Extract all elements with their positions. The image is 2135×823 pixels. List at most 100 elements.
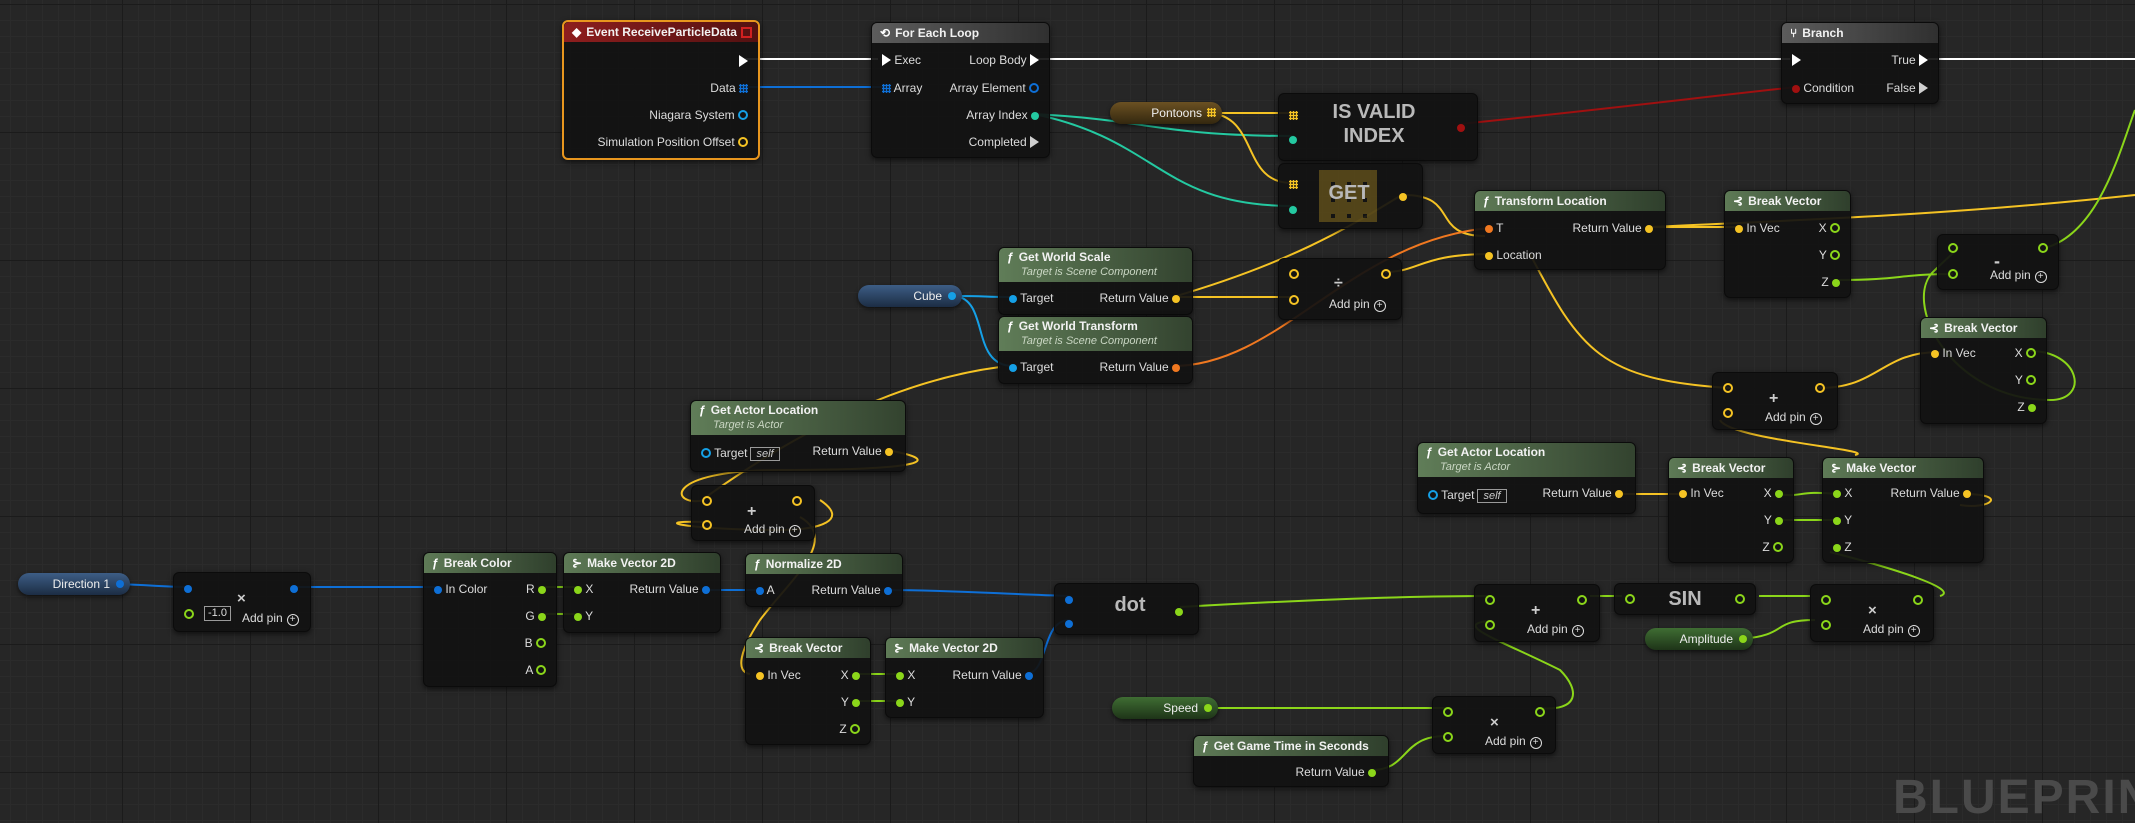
direction-variable[interactable]: Direction 1: [18, 573, 130, 595]
x-out-pin[interactable]: X: [2015, 346, 2036, 360]
in-vec-pin[interactable]: In Vec: [756, 668, 801, 682]
a-in-pin[interactable]: [184, 581, 192, 595]
get-actor-location-node[interactable]: ƒ Get Actor Location Target is Actor Targe…: [1417, 442, 1636, 514]
make-vector-2d-node[interactable]: ⊱ Make Vector 2D X Y Return Value: [563, 552, 721, 633]
a-in-pin[interactable]: [1948, 241, 1958, 255]
a-out-pin[interactable]: A: [525, 663, 546, 677]
return-value-pin[interactable]: Return Value: [1573, 221, 1653, 235]
subtract-node[interactable]: - Add pin +: [1937, 234, 2059, 290]
b-in-pin[interactable]: [1485, 618, 1495, 632]
y-out-pin[interactable]: Y: [1764, 513, 1783, 527]
result-out-pin[interactable]: [1535, 705, 1545, 719]
a-in-pin[interactable]: [1485, 593, 1495, 607]
in-color-pin[interactable]: In Color: [434, 582, 487, 596]
value-out-pin[interactable]: [1399, 189, 1407, 203]
b-in-pin[interactable]: [1065, 616, 1073, 630]
g-out-pin[interactable]: G: [525, 609, 546, 623]
bool-out-pin[interactable]: [1457, 120, 1465, 134]
return-value-pin[interactable]: Return Value: [813, 444, 893, 458]
index-in-pin[interactable]: [1289, 202, 1297, 216]
return-value-pin[interactable]: Return Value: [1543, 486, 1623, 500]
transform-t-pin[interactable]: T: [1485, 221, 1503, 235]
get-actor-location-node[interactable]: ƒ Get Actor Location Target is Actor Targe…: [690, 400, 906, 472]
z-out-pin[interactable]: Z: [839, 722, 860, 736]
exec-in-pin[interactable]: Exec: [882, 53, 921, 67]
float-value-input[interactable]: -1.0: [204, 606, 231, 621]
condition-pin[interactable]: Condition: [1792, 81, 1854, 95]
niagara-system-pin[interactable]: Niagara System: [649, 108, 748, 122]
dot-product-node[interactable]: dot: [1054, 583, 1199, 635]
array-get-node[interactable]: GET: [1278, 163, 1423, 229]
result-out-pin[interactable]: [1735, 592, 1745, 606]
normalize-2d-node[interactable]: ƒ Normalize 2D A Return Value: [745, 553, 903, 607]
result-out-pin[interactable]: [2038, 241, 2048, 255]
blueprint-graph-canvas[interactable]: ◆ Event ReceiveParticleData Data Niagara …: [0, 0, 2135, 823]
y-in-pin[interactable]: Y: [896, 695, 915, 709]
in-vec-pin[interactable]: In Vec: [1679, 486, 1724, 500]
add-node[interactable]: + Add pin +: [1712, 372, 1838, 430]
add-node[interactable]: + Add pin +: [691, 485, 815, 541]
exec-out-pin[interactable]: [739, 54, 748, 68]
add-pin-button[interactable]: Add pin +: [242, 611, 299, 626]
break-vector-node[interactable]: ⊰ Break Vector In Vec X Y Z: [745, 637, 871, 745]
result-out-pin[interactable]: [1913, 593, 1923, 607]
b-in-pin[interactable]: [1443, 730, 1453, 744]
a-in-pin[interactable]: [1723, 381, 1733, 395]
speed-variable[interactable]: Speed: [1112, 697, 1218, 719]
result-out-pin[interactable]: [290, 581, 298, 595]
a-in-pin[interactable]: A: [756, 583, 775, 597]
return-value-pin[interactable]: Return Value: [630, 582, 710, 596]
return-value-pin[interactable]: Return Value: [1100, 360, 1180, 374]
y-in-pin[interactable]: Y: [574, 609, 593, 623]
array-in-pin[interactable]: [1289, 108, 1298, 122]
a-in-pin[interactable]: [1065, 592, 1073, 606]
return-value-pin[interactable]: Return Value: [1100, 291, 1180, 305]
result-out-pin[interactable]: [792, 494, 802, 508]
return-value-pin[interactable]: Return Value: [1296, 765, 1376, 779]
y-out-pin[interactable]: Y: [1819, 248, 1840, 262]
x-in-pin[interactable]: X: [896, 668, 915, 682]
get-world-transform-node[interactable]: ƒ Get World Transform Target is Scene Comp…: [998, 316, 1193, 384]
r-out-pin[interactable]: R: [526, 582, 546, 596]
break-color-node[interactable]: ƒ Break Color In Color R G B A: [423, 552, 557, 687]
y-out-pin[interactable]: Y: [841, 695, 860, 709]
false-pin[interactable]: False: [1886, 81, 1928, 95]
event-receive-particle-data-node[interactable]: ◆ Event ReceiveParticleData Data Niagara …: [562, 20, 760, 160]
a-in-pin[interactable]: [1289, 267, 1299, 281]
data-pin[interactable]: Data: [710, 81, 748, 95]
completed-pin[interactable]: Completed: [969, 135, 1039, 149]
target-pin[interactable]: Target self: [701, 446, 780, 461]
b-in-pin[interactable]: [1821, 618, 1831, 632]
y-out-pin[interactable]: Y: [2015, 373, 2036, 387]
z-in-pin[interactable]: Z: [1833, 540, 1852, 554]
target-pin[interactable]: Target self: [1428, 488, 1507, 503]
exec-in-pin[interactable]: [1792, 53, 1801, 67]
b-in-pin[interactable]: [1289, 293, 1299, 307]
array-in-pin[interactable]: [1289, 177, 1298, 191]
break-vector-node[interactable]: ⊰ Break Vector In Vec X Y Z: [1668, 457, 1794, 563]
x-out-pin[interactable]: X: [1819, 221, 1840, 235]
z-out-pin[interactable]: Z: [2017, 400, 2036, 414]
transform-location-node[interactable]: ƒ Transform Location T Location Return Va…: [1474, 190, 1666, 270]
b-out-pin[interactable]: B: [525, 636, 546, 650]
add-pin-button[interactable]: Add pin +: [744, 522, 801, 537]
cube-variable[interactable]: Cube: [858, 285, 962, 307]
x-in-pin[interactable]: X: [1833, 486, 1852, 500]
add-pin-button[interactable]: Add pin +: [1329, 297, 1386, 312]
return-value-pin[interactable]: Return Value: [1891, 486, 1971, 500]
location-pin[interactable]: Location: [1485, 248, 1542, 262]
x-out-pin[interactable]: X: [1764, 486, 1783, 500]
add-pin-button[interactable]: Add pin +: [1485, 734, 1542, 749]
array-element-pin[interactable]: Array Element: [950, 81, 1039, 95]
get-world-scale-node[interactable]: ƒ Get World Scale Target is Scene Componen…: [998, 247, 1193, 315]
add-pin-button[interactable]: Add pin +: [1990, 268, 2047, 283]
x-in-pin[interactable]: X: [574, 582, 593, 596]
add-pin-button[interactable]: Add pin +: [1863, 622, 1920, 637]
b-in-pin[interactable]: [184, 607, 194, 621]
return-value-pin[interactable]: Return Value: [953, 668, 1033, 682]
x-out-pin[interactable]: X: [841, 668, 860, 682]
return-value-pin[interactable]: Return Value: [812, 583, 892, 597]
sin-node[interactable]: SIN: [1614, 583, 1756, 615]
array-pin[interactable]: Array: [882, 81, 922, 95]
get-game-time-node[interactable]: ƒ Get Game Time in Seconds Return Value: [1193, 735, 1389, 787]
